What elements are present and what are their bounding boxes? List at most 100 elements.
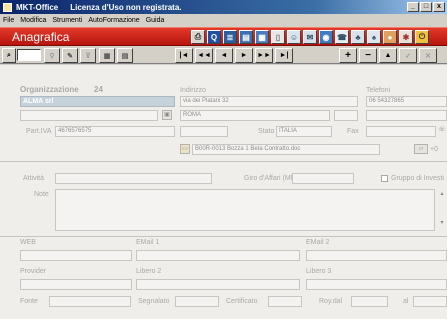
- search-input[interactable]: [17, 49, 41, 61]
- note-scroll-down-icon[interactable]: ▾: [437, 219, 447, 229]
- libero3-field[interactable]: [306, 279, 447, 290]
- organizzazione-field[interactable]: ALMA srl: [20, 96, 175, 107]
- cap-field[interactable]: [180, 126, 228, 137]
- document-icon[interactable]: ▯: [271, 30, 285, 44]
- grid-view-icon[interactable]: ▦: [99, 48, 115, 63]
- group-icon[interactable]: ♠: [367, 30, 381, 44]
- search-people-icon[interactable]: ⚲: [44, 48, 60, 63]
- previous-record-button[interactable]: ◄: [215, 48, 233, 63]
- license-notice: Licenza d'Uso non registrata.: [70, 2, 182, 12]
- web-field[interactable]: [20, 250, 132, 261]
- citta-field[interactable]: ROMA: [180, 110, 330, 121]
- form-view-icon[interactable]: ▤: [117, 48, 133, 63]
- menu-strumenti[interactable]: Strumenti: [52, 17, 82, 24]
- cancel-button[interactable]: ✕: [419, 48, 437, 63]
- list-icon[interactable]: ≣: [223, 30, 237, 44]
- organizzazione-extra-field[interactable]: [20, 110, 158, 121]
- first-record-button[interactable]: |◄: [175, 48, 193, 63]
- query-icon[interactable]: Q: [207, 30, 221, 44]
- last-record-button[interactable]: ►|: [275, 48, 293, 63]
- globe-icon[interactable]: ◉: [319, 30, 333, 44]
- toolbar-icons: ⎙ Q ≣ ▤ ▦ ▯ ☺ ✉ ◉ ☎ ♣ ♠ ● ✱ ⏻: [191, 30, 429, 44]
- note-textarea[interactable]: [55, 189, 435, 231]
- certificato-field[interactable]: [268, 296, 302, 307]
- table-icon[interactable]: ▤: [239, 30, 253, 44]
- email1-label: EMail 1: [136, 239, 160, 246]
- web-label: WEB: [20, 239, 36, 246]
- document-counter: +0: [430, 146, 438, 153]
- telefono-1-field[interactable]: 06 54327865: [366, 96, 447, 107]
- piva-label: Part.IVA: [26, 128, 52, 135]
- user-icon[interactable]: ●: [383, 30, 397, 44]
- al-label: al: [403, 298, 409, 305]
- minimize-button[interactable]: _: [407, 2, 419, 12]
- menu-modifica[interactable]: Modifica: [20, 17, 46, 24]
- telefoni-label: Telefoni: [366, 87, 391, 94]
- contacts-icon[interactable]: ☺: [287, 30, 301, 44]
- telefono-2-field[interactable]: [366, 110, 447, 121]
- card-icon[interactable]: ▣: [162, 110, 172, 120]
- provincia-field[interactable]: [334, 110, 358, 121]
- delete-record-button[interactable]: −: [359, 48, 377, 63]
- roy-dal-field[interactable]: [351, 296, 388, 307]
- segnalato-field[interactable]: [175, 296, 219, 307]
- calendar-icon[interactable]: ▦: [255, 30, 269, 44]
- divider: [0, 236, 447, 237]
- roy-al-field[interactable]: [413, 296, 447, 307]
- anagrafica-form: Organizzazione 24 Indirizzo Telefoni ALM…: [0, 65, 447, 319]
- previous-page-button[interactable]: ◄◄: [195, 48, 213, 63]
- page-title: Anagrafica: [12, 30, 70, 44]
- giro-affari-field[interactable]: [292, 173, 354, 184]
- email2-field[interactable]: [306, 250, 447, 261]
- email1-field[interactable]: [136, 250, 300, 261]
- gruppo-label: Gruppo di Investi: [391, 175, 444, 182]
- record-number: 24: [94, 85, 103, 94]
- note-scroll-up-icon[interactable]: ▴: [437, 190, 447, 200]
- search-icon[interactable]: ⌕: [2, 48, 16, 63]
- next-record-button[interactable]: ►: [235, 48, 253, 63]
- menu-autoformazione[interactable]: AutoFormazione: [88, 17, 139, 24]
- attivita-field[interactable]: [55, 173, 212, 184]
- organizzazione-label: Organizzazione: [20, 85, 79, 94]
- libero3-label: Libero 3: [306, 268, 332, 275]
- people-icon[interactable]: ♣: [351, 30, 365, 44]
- phone-icon[interactable]: ☎: [335, 30, 349, 44]
- indirizzo-label: Indirizzo: [180, 87, 207, 94]
- documento-field[interactable]: B00R-0013 Bozza 1 Beta Contratto.doc: [192, 144, 380, 155]
- print-icon[interactable]: ⎙: [191, 30, 205, 44]
- move-up-button[interactable]: ▲: [379, 48, 397, 63]
- gruppo-checkbox[interactable]: [381, 175, 388, 182]
- title-bar: MKT-Office Licenza d'Uso non registrata.…: [0, 0, 447, 14]
- next-page-button[interactable]: ►►: [255, 48, 273, 63]
- menu-bar: File Modifica Strumenti AutoFormazione G…: [0, 14, 447, 26]
- add-record-button[interactable]: +: [339, 48, 357, 63]
- maximize-button[interactable]: □: [420, 2, 432, 12]
- attivita-label: Attività: [23, 175, 45, 182]
- settings-icon[interactable]: ✱: [399, 30, 413, 44]
- provider-field[interactable]: [20, 279, 132, 290]
- app-icon: [3, 2, 12, 12]
- navigation-toolbar: ⌕ ⚲ ✎ ⊽ ▦ ▤ |◄ ◄◄ ◄ ► ►► ►| + − ▲ ✓ ✕: [0, 47, 447, 64]
- libero2-field[interactable]: [136, 279, 300, 290]
- mail-icon[interactable]: ✉: [303, 30, 317, 44]
- piva-field[interactable]: 4676576575: [55, 126, 175, 137]
- note-label: Note: [34, 191, 49, 198]
- certificato-label: Certificato: [226, 298, 258, 305]
- power-icon[interactable]: ⏻: [415, 30, 429, 44]
- menu-guida[interactable]: Guida: [146, 17, 165, 24]
- divider: [0, 161, 447, 162]
- menu-file[interactable]: File: [3, 17, 14, 24]
- filter-icon[interactable]: ⊽: [80, 48, 96, 63]
- indirizzo-field[interactable]: via dei Platani 32: [180, 96, 358, 107]
- fax-dial-icon[interactable]: ☏: [437, 126, 447, 136]
- fonte-label: Fonte: [20, 298, 38, 305]
- fax-field[interactable]: [366, 126, 436, 137]
- provider-label: Provider: [20, 268, 47, 275]
- folder-icon[interactable]: ▭: [180, 144, 190, 154]
- close-button[interactable]: x: [433, 2, 445, 12]
- fonte-field[interactable]: [49, 296, 131, 307]
- stato-field[interactable]: ITALIA: [276, 126, 332, 137]
- confirm-button[interactable]: ✓: [399, 48, 417, 63]
- edit-icon[interactable]: ✎: [62, 48, 78, 63]
- open-document-icon[interactable]: ▱: [414, 144, 428, 154]
